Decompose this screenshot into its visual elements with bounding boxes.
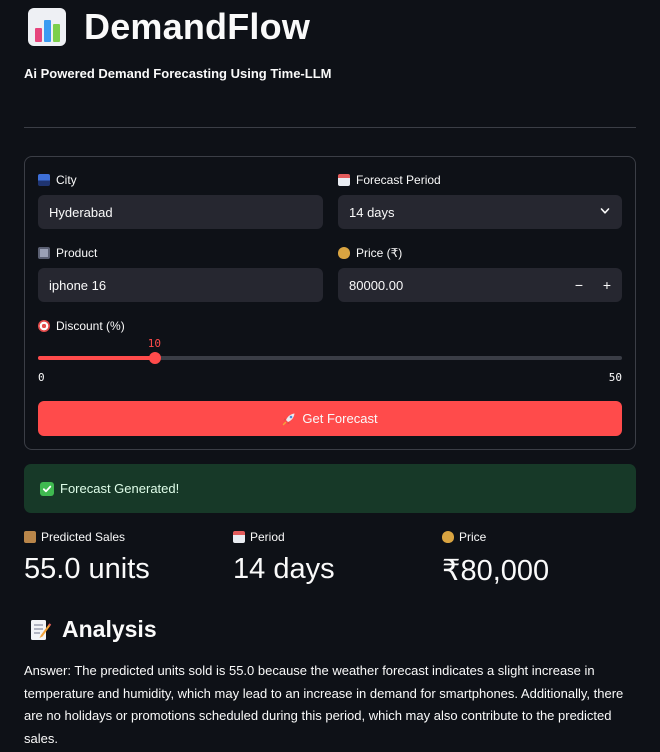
calculator-icon bbox=[38, 247, 50, 259]
metric-predicted-sales: Predicted Sales 55.0 units bbox=[24, 530, 150, 586]
divider bbox=[24, 127, 636, 128]
money-bag-icon bbox=[442, 531, 454, 543]
app-title: DemandFlow bbox=[84, 6, 311, 47]
analysis-text: Answer: The predicted units sold is 55.0… bbox=[24, 663, 624, 746]
discount-label: Discount (%) bbox=[38, 319, 125, 333]
price-increment-button[interactable]: + bbox=[593, 268, 621, 302]
product-label: Product bbox=[38, 246, 97, 260]
metric-value: ₹80,000 bbox=[442, 555, 550, 587]
forecast-period-select[interactable]: 14 days bbox=[338, 195, 622, 229]
discount-slider-value: 10 bbox=[147, 337, 162, 350]
metric-value: 55.0 units bbox=[24, 553, 150, 585]
city-label: City bbox=[38, 173, 77, 187]
memo-icon bbox=[31, 619, 52, 640]
package-icon bbox=[24, 531, 36, 543]
money-bag-icon bbox=[338, 247, 350, 259]
get-forecast-label: Get Forecast bbox=[302, 411, 378, 426]
forecast-period-label: Forecast Period bbox=[338, 173, 441, 187]
analysis-title: Analysis bbox=[62, 616, 157, 642]
get-forecast-button[interactable]: Get Forecast bbox=[38, 401, 622, 436]
success-alert: Forecast Generated! bbox=[24, 464, 636, 513]
price-decrement-button[interactable]: − bbox=[565, 268, 593, 302]
app-subtitle: Ai Powered Demand Forecasting Using Time… bbox=[24, 66, 332, 81]
discount-slider[interactable] bbox=[38, 352, 622, 364]
discount-slider-min: 0 bbox=[38, 371, 45, 384]
check-mark-icon bbox=[40, 481, 54, 496]
cityscape-icon bbox=[38, 174, 50, 186]
bar-chart-icon bbox=[24, 4, 70, 50]
metric-label: Price bbox=[459, 530, 487, 544]
calendar-icon bbox=[233, 531, 245, 543]
discount-slider-thumb[interactable] bbox=[148, 352, 161, 364]
metric-period: Period 14 days bbox=[233, 530, 335, 586]
metric-label: Period bbox=[250, 530, 285, 544]
city-input[interactable]: Hyderabad bbox=[38, 195, 323, 229]
price-input[interactable]: 80000.00 − + bbox=[338, 268, 622, 302]
discount-slider-max: 50 bbox=[608, 371, 622, 384]
price-label: Price (₹) bbox=[338, 246, 402, 260]
metric-label: Predicted Sales bbox=[41, 530, 126, 544]
analysis-heading: Analysis bbox=[28, 616, 157, 643]
metric-value: 14 days bbox=[233, 553, 335, 585]
discount-slider-fill bbox=[38, 356, 155, 360]
app-header: DemandFlow bbox=[24, 4, 310, 50]
chevron-down-icon bbox=[600, 208, 610, 214]
success-message: Forecast Generated! bbox=[60, 481, 180, 496]
target-icon bbox=[38, 320, 50, 332]
rocket-icon bbox=[283, 413, 295, 425]
calendar-icon bbox=[338, 174, 350, 186]
metric-price: Price ₹80,000 bbox=[442, 530, 549, 588]
product-input[interactable]: iphone 16 bbox=[38, 268, 323, 302]
